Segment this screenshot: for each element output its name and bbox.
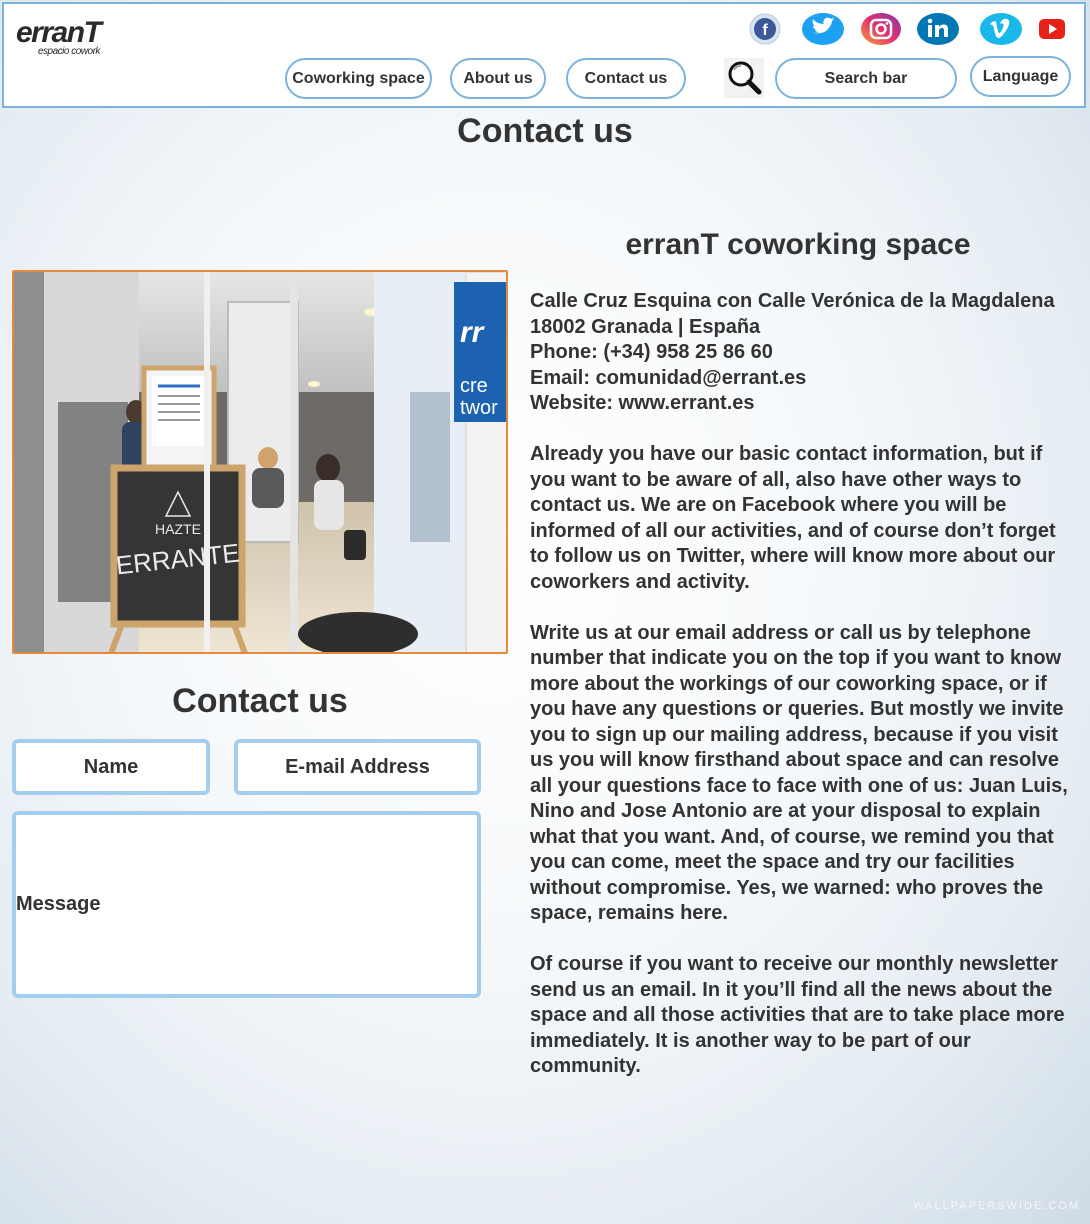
website-text: Website: www.errant.es [530,392,755,414]
address-line2: 18002 Granada | España [530,315,761,338]
nav-about-us-button[interactable]: About us [450,58,546,99]
logo-subtitle: espacio cowork [38,46,100,57]
info-title: erranT coworking space [625,228,971,261]
name-field[interactable]: Name [12,739,210,795]
svg-text:rr: rr [460,316,486,349]
svg-text:f: f [762,22,768,39]
phone-text: Phone: (+34) 958 25 86 60 [530,341,773,363]
message-field-label: Message [16,893,101,915]
photo-sign-line1: HAZTE [155,521,201,537]
email-text: Email: comunidad@errant.es [530,366,807,389]
contact-details: Calle Cruz Esquina con Calle Verónica de… [530,289,1070,417]
address-line1: Calle Cruz Esquina con Calle Verónica de… [530,290,1055,312]
page-title: Contact us [457,112,633,150]
contact-form-title: Contact us [172,682,348,720]
email-field-label: E-mail Address [285,755,430,778]
search-icon[interactable] [724,58,764,98]
linkedin-icon[interactable] [914,12,962,46]
language-button[interactable]: Language [970,56,1071,97]
youtube-icon[interactable] [1032,12,1072,46]
facebook-icon[interactable]: f [742,12,788,46]
search-bar-input[interactable]: Search bar [775,58,957,99]
svg-text:cre: cre [460,375,488,397]
name-field-label: Name [83,755,139,778]
watermark: WALLPAPERSWIDE.COM [913,1200,1080,1212]
contact-info: Calle Cruz Esquina con Calle Verónica de… [530,289,1070,1105]
nav-contact-us-button[interactable]: Contact us [566,58,686,99]
coworking-entrance-photo: rr cre twor HAZTE ERRANTE [12,270,508,654]
info-paragraph-2: Write us at our email address or call us… [530,621,1068,925]
email-field[interactable]: E-mail Address [234,739,481,795]
site-header: erranT espacio cowork f Coworking space … [2,2,1086,108]
svg-text:twor: twor [460,397,498,419]
message-field[interactable]: Message [12,811,481,998]
logo-text: erranT [16,16,102,49]
twitter-icon[interactable] [800,12,846,46]
info-paragraph-3: Of course if you want to receive our mon… [530,953,1065,1077]
vimeo-icon[interactable] [978,12,1024,46]
nav-coworking-space-button[interactable]: Coworking space [285,58,432,99]
info-paragraph-1: Already you have our basic contact infor… [530,443,1056,593]
logo[interactable]: erranT espacio cowork [16,16,116,64]
instagram-icon[interactable] [858,12,904,46]
